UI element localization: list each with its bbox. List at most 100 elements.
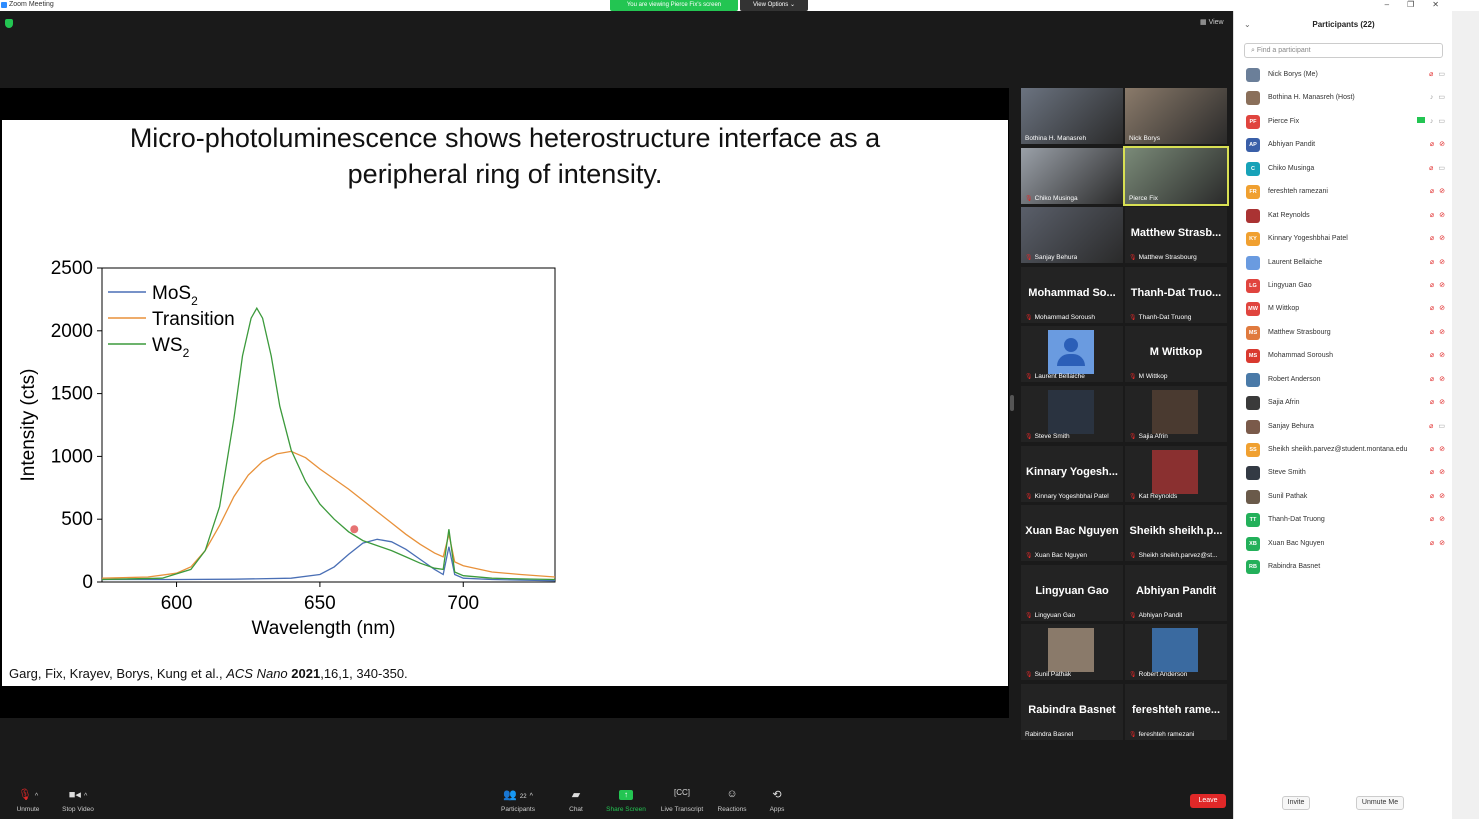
video-off-icon: ⊘ [1439,258,1445,266]
view-options-button[interactable]: View Options ⌄ [740,0,808,11]
y-tick-label: 1000 [51,446,93,467]
participant-row[interactable]: Bothina H. Manasreh (Host) ♪ ▭ [1234,86,1453,109]
participant-row[interactable]: FR fereshteh ramezani ⌀ ⊘ [1234,180,1453,203]
video-tile[interactable]: M Wittkop 🎙 M Wittkop [1125,326,1227,383]
y-tick-label: 2500 [51,258,93,279]
video-tile[interactable]: Pierce Fix [1123,145,1229,206]
security-shield-icon[interactable] [5,19,13,28]
video-tile[interactable]: Thanh-Dat Truo... 🎙 Thanh-Dat Truong [1125,266,1227,323]
video-camera-icon: ■◂ ^ [68,789,88,801]
tile-name-label: 🎙 Sanjay Behura [1025,254,1078,262]
participant-row[interactable]: TT Thanh-Dat Truong ⌀ ⊘ [1234,508,1453,531]
mic-muted-icon: 🎙 [1025,434,1033,440]
participant-row[interactable]: KY Kinnary Yogeshbhai Patel ⌀ ⊘ [1234,227,1453,250]
participant-row[interactable]: Sanjay Behura ⌀ ▭ [1234,415,1453,438]
participant-name: Bothina H. Manasreh (Host) [1268,94,1355,102]
participant-status-icons: ⌀ ⊘ [1430,328,1445,336]
video-tile[interactable]: Matthew Strasb... 🎙 Matthew Strasbourg [1125,207,1227,264]
participant-row[interactable]: MS Mohammad Soroush ⌀ ⊘ [1234,344,1453,367]
participant-status-icons: ⌀ ⊘ [1430,234,1445,242]
tile-display-name: Sheikh sheikh.p... [1129,525,1223,538]
participant-avatar: C [1246,161,1260,176]
pointer-cursor [350,525,359,534]
video-off-icon: ⊘ [1439,539,1445,547]
participant-row[interactable]: Steve Smith ⌀ ⊘ [1234,461,1453,484]
participant-status-icons: ⌀ ⊘ [1430,492,1445,500]
participant-avatar [1246,255,1260,270]
participant-row[interactable]: Nick Borys (Me) ⌀ ▭ [1234,63,1453,86]
participant-row[interactable]: Kat Reynolds ⌀ ⊘ [1234,204,1453,227]
mic-muted-icon: 🎙 [1129,374,1137,381]
participant-row[interactable]: MW M Wittkop ⌀ ⊘ [1234,297,1453,320]
participant-name: Abhiyan Pandit [1268,141,1316,149]
tile-name-label: 🎙 Mohammad Soroush [1025,313,1095,321]
invite-button[interactable]: Invite [1282,796,1310,810]
mic-muted-icon: 🎙 [1025,612,1033,619]
video-tile[interactable]: Abhiyan Pandit 🎙 Abhiyan Pandit [1125,564,1227,621]
participant-avatar: FR [1246,185,1260,200]
chat-button[interactable]: ▰ Chat [548,788,604,813]
mic-muted-icon: ⌀ [1429,305,1435,313]
video-tile[interactable]: 🎙 Laurent Bellaiche [1021,326,1123,383]
video-tile[interactable]: 🎙 Kat Reynolds [1125,445,1227,502]
tile-name-label: 🎙 fereshteh ramezani [1129,731,1195,738]
video-icon: ▭ [1438,164,1445,172]
participant-row[interactable]: Sajia Afrin ⌀ ⊘ [1234,391,1453,414]
participant-name: Sajia Afrin [1268,399,1300,407]
video-tile[interactable]: 🎙 Chiko Musinga [1021,147,1123,204]
apps-button[interactable]: ⟲ Apps [749,788,805,813]
unmute-me-button[interactable]: Unmute Me [1356,796,1404,810]
video-tile[interactable]: 🎙 Sajia Afrin [1125,386,1227,442]
video-off-icon: ⊘ [1439,211,1445,219]
participant-avatar: KY [1246,232,1260,247]
video-off-icon: ⊘ [1439,305,1445,313]
mic-muted-icon: ⌀ [1429,328,1435,336]
participant-row[interactable]: Robert Anderson ⌀ ⊘ [1234,368,1453,391]
video-tile[interactable]: fereshteh rame... 🎙 fereshteh ramezani [1125,684,1227,740]
video-tile[interactable]: 🎙 Steve Smith [1021,386,1123,442]
leave-button[interactable]: Leave [1190,794,1226,808]
restore-icon[interactable]: ❐ [1407,0,1414,9]
participant-row[interactable]: LG Lingyuan Gao ⌀ ⊘ [1234,274,1453,297]
participant-row[interactable]: Sunil Pathak ⌀ ⊘ [1234,485,1453,508]
participants-button[interactable]: 👥 22 ^ Participants [490,788,546,813]
participant-row[interactable]: SS Sheikh sheikh.parvez@student.montana.e… [1234,438,1453,461]
x-tick-label: 700 [447,593,479,614]
participant-search-input[interactable]: ⌕ Find a participant [1244,43,1443,58]
video-tile[interactable]: 🎙 Sanjay Behura [1021,207,1123,264]
minimize-icon[interactable]: – [1385,0,1389,9]
mic-muted-icon: ⌀ [1429,399,1435,407]
participant-name: Xuan Bac Nguyen [1268,539,1325,547]
video-tile[interactable]: Kinnary Yogesh... 🎙 Kinnary Yogeshbhai Pat… [1021,445,1123,502]
video-off-icon: ⊘ [1439,446,1445,453]
share-screen-button[interactable]: ↑ Share Screen [598,788,654,813]
video-tile[interactable]: Sheikh sheikh.p... 🎙 Sheikh sheikh.parvez@… [1125,505,1227,562]
participant-row[interactable]: XB Xuan Bac Nguyen ⌀ ⊘ [1234,532,1453,555]
stop-video-button[interactable]: ■◂ ^ Stop Video [50,788,106,813]
unmute-button[interactable]: 🎙 ^ Unmute [0,788,56,813]
video-tile[interactable]: 🎙 Sunil Pathak [1021,624,1123,681]
participant-row[interactable]: MS Matthew Strasbourg ⌀ ⊘ [1234,321,1453,344]
video-tile[interactable]: Bothina H. Manasreh [1021,88,1123,144]
participant-row[interactable]: AP Abhiyan Pandit ⌀ ⊘ [1234,133,1453,156]
video-tile[interactable]: Lingyuan Gao 🎙 Lingyuan Gao [1021,564,1123,621]
participant-row[interactable]: RB Rabindra Basnet [1234,555,1453,578]
participant-row[interactable]: PF Pierce Fix ♪ ▭ [1234,110,1453,133]
participant-row[interactable]: C Chiko Musinga ⌀ ▭ [1234,157,1453,180]
video-tile[interactable]: Xuan Bac Nguyen 🎙 Xuan Bac Nguyen [1021,505,1123,562]
panel-splitter-handle[interactable] [1010,395,1014,411]
video-tile[interactable]: Nick Borys [1125,88,1227,144]
tile-display-name: M Wittkop [1149,346,1203,359]
mic-muted-icon: ⌀ [1429,375,1435,383]
video-tile[interactable]: Rabindra Basnet Rabindra Basnet [1021,684,1123,740]
y-tick-label: 500 [61,509,93,530]
mic-muted-icon: 🎙 [1025,255,1033,262]
video-tile[interactable]: Mohammad So... 🎙 Mohammad Soroush [1021,266,1123,323]
video-tile[interactable]: 🎙 Robert Anderson [1125,624,1227,681]
live-transcript-button[interactable]: [CC] Live Transcript [654,788,710,813]
tile-display-name: Mohammad So... [1028,286,1116,299]
participant-row[interactable]: Laurent Bellaiche ⌀ ⊘ [1234,251,1453,274]
close-icon[interactable]: ✕ [1432,0,1439,9]
participant-avatar [1246,91,1260,106]
view-button[interactable]: ▦ View [1200,18,1224,26]
